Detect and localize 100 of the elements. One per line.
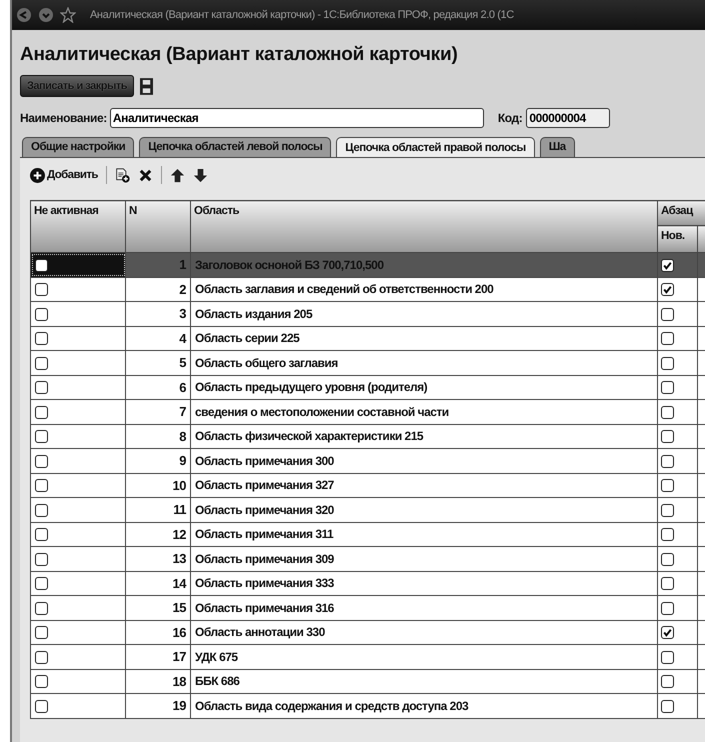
checkbox[interactable]	[35, 258, 48, 272]
menu-icon[interactable]	[38, 7, 54, 23]
row-number: 12	[172, 526, 186, 542]
tab[interactable]: Ша	[540, 137, 575, 157]
row-number: 8	[179, 428, 186, 444]
checkbox[interactable]	[661, 602, 674, 615]
column-header[interactable]: Область	[190, 200, 658, 252]
checkbox[interactable]	[661, 283, 674, 296]
row-number: 6	[179, 380, 186, 395]
column-header[interactable]: Не активная	[30, 200, 126, 252]
checkbox[interactable]	[35, 308, 48, 321]
code-field[interactable]: 000000004	[526, 108, 610, 128]
row-number: 17	[172, 649, 186, 664]
arrow-down-icon[interactable]	[192, 168, 208, 182]
row-number: 14	[172, 576, 186, 591]
row-number: 2	[179, 282, 186, 297]
row-number: 19	[172, 698, 186, 714]
form-heading: Аналитическая (Вариант каталожной карточки)	[20, 43, 459, 67]
row-number: 9	[179, 453, 186, 468]
window-title: Аналитическая (Вариант каталожной карточки) - 1С:Библиотека ПРОФ, редакция 2.0 (1С	[90, 9, 514, 21]
checkbox[interactable]	[35, 430, 48, 444]
checkbox[interactable]	[35, 675, 48, 688]
tab[interactable]: Цепочка областей левой полосы	[139, 137, 332, 157]
checkbox[interactable]	[661, 650, 674, 664]
checkbox[interactable]	[661, 381, 674, 394]
checkbox[interactable]	[35, 602, 48, 615]
save-icon[interactable]	[140, 78, 154, 94]
checkbox[interactable]	[661, 258, 674, 272]
row-number: 15	[172, 600, 186, 616]
checkbox[interactable]	[661, 356, 674, 370]
table-cell: Область аннотации 330	[195, 625, 325, 640]
code-label: Код:	[498, 111, 522, 125]
table-cell: Область примечания 327	[195, 478, 334, 492]
delete-icon[interactable]	[138, 168, 153, 182]
row-number: 4	[179, 330, 186, 346]
table-cell: Область примечания 316	[195, 600, 334, 615]
checkbox[interactable]	[35, 577, 48, 590]
row-number: 16	[172, 624, 186, 640]
checkbox[interactable]	[35, 356, 48, 370]
checkbox[interactable]	[35, 528, 48, 542]
checkbox[interactable]	[661, 430, 674, 444]
table-cell: УДК 675	[195, 650, 238, 664]
table-cell: Область общего заглавия	[195, 356, 338, 370]
checkbox[interactable]	[661, 626, 674, 640]
table-cell: Область примечания 309	[195, 552, 334, 566]
checkbox[interactable]	[35, 454, 48, 468]
tab[interactable]: Цепочка областей правой полосы	[336, 137, 535, 157]
checkbox[interactable]	[661, 700, 674, 713]
table-cell: Область вида содержания и средств доступа 203	[195, 698, 468, 713]
table-cell: Область примечания 300	[195, 454, 334, 468]
checkbox[interactable]	[661, 454, 674, 468]
row-number: 10	[172, 478, 186, 493]
table-cell: Область физической характеристики 215	[195, 429, 424, 444]
row-number: 13	[172, 551, 186, 566]
tab[interactable]: Общие настройки	[22, 137, 134, 157]
checkbox[interactable]	[35, 504, 48, 517]
checkbox[interactable]	[35, 332, 48, 346]
checkbox[interactable]	[661, 504, 674, 517]
copy-icon[interactable]	[114, 168, 130, 182]
row-number: 5	[179, 355, 186, 370]
star-icon[interactable]	[60, 7, 76, 23]
row-number: 7	[179, 404, 186, 420]
column-header[interactable]: Абзац	[658, 200, 705, 226]
table-cell: Область издания 205	[195, 306, 312, 321]
row-number: 11	[173, 502, 186, 518]
table-cell: Область серии 225	[195, 331, 300, 346]
table-cell: Область примечания 333	[195, 576, 334, 590]
name-field[interactable]: Аналитическая	[110, 108, 484, 128]
table-cell: Область заглавия и сведений об ответственности 200	[195, 282, 494, 296]
checkbox[interactable]	[35, 552, 48, 566]
table-cell: Заголовок осноной БЗ 700,710,500	[195, 258, 384, 272]
table-cell: Область предыдущего уровня (родителя)	[195, 380, 428, 394]
checkbox[interactable]	[661, 577, 674, 590]
checkbox[interactable]	[661, 332, 674, 346]
row-number: 18	[172, 674, 186, 689]
checkbox[interactable]	[661, 675, 674, 688]
checkbox[interactable]	[661, 479, 674, 492]
table-cell: сведения о местоположении составной части	[195, 404, 449, 419]
name-label: Наименование:	[20, 111, 107, 125]
checkbox[interactable]	[35, 626, 48, 640]
add-button[interactable]: Добавить	[30, 168, 98, 182]
checkbox[interactable]	[35, 700, 48, 713]
checkbox[interactable]	[35, 283, 48, 296]
checkbox[interactable]	[35, 479, 48, 492]
checkbox[interactable]	[35, 406, 48, 419]
table-cell: Область примечания 311	[195, 527, 334, 542]
checkbox[interactable]	[661, 406, 674, 419]
checkbox[interactable]	[661, 528, 674, 542]
checkbox[interactable]	[35, 381, 48, 394]
back-icon[interactable]	[16, 7, 32, 23]
checkbox[interactable]	[661, 552, 674, 566]
table-cell: Область примечания 320	[195, 502, 334, 517]
checkbox[interactable]	[661, 308, 674, 321]
checkbox[interactable]	[35, 650, 48, 664]
column-header[interactable]: Нов.	[658, 226, 698, 252]
row-number: 3	[179, 306, 186, 322]
table-cell: ББК 686	[195, 674, 240, 688]
plus-icon	[30, 168, 45, 182]
arrow-up-icon[interactable]	[170, 168, 185, 182]
column-header[interactable]: N	[126, 200, 190, 252]
